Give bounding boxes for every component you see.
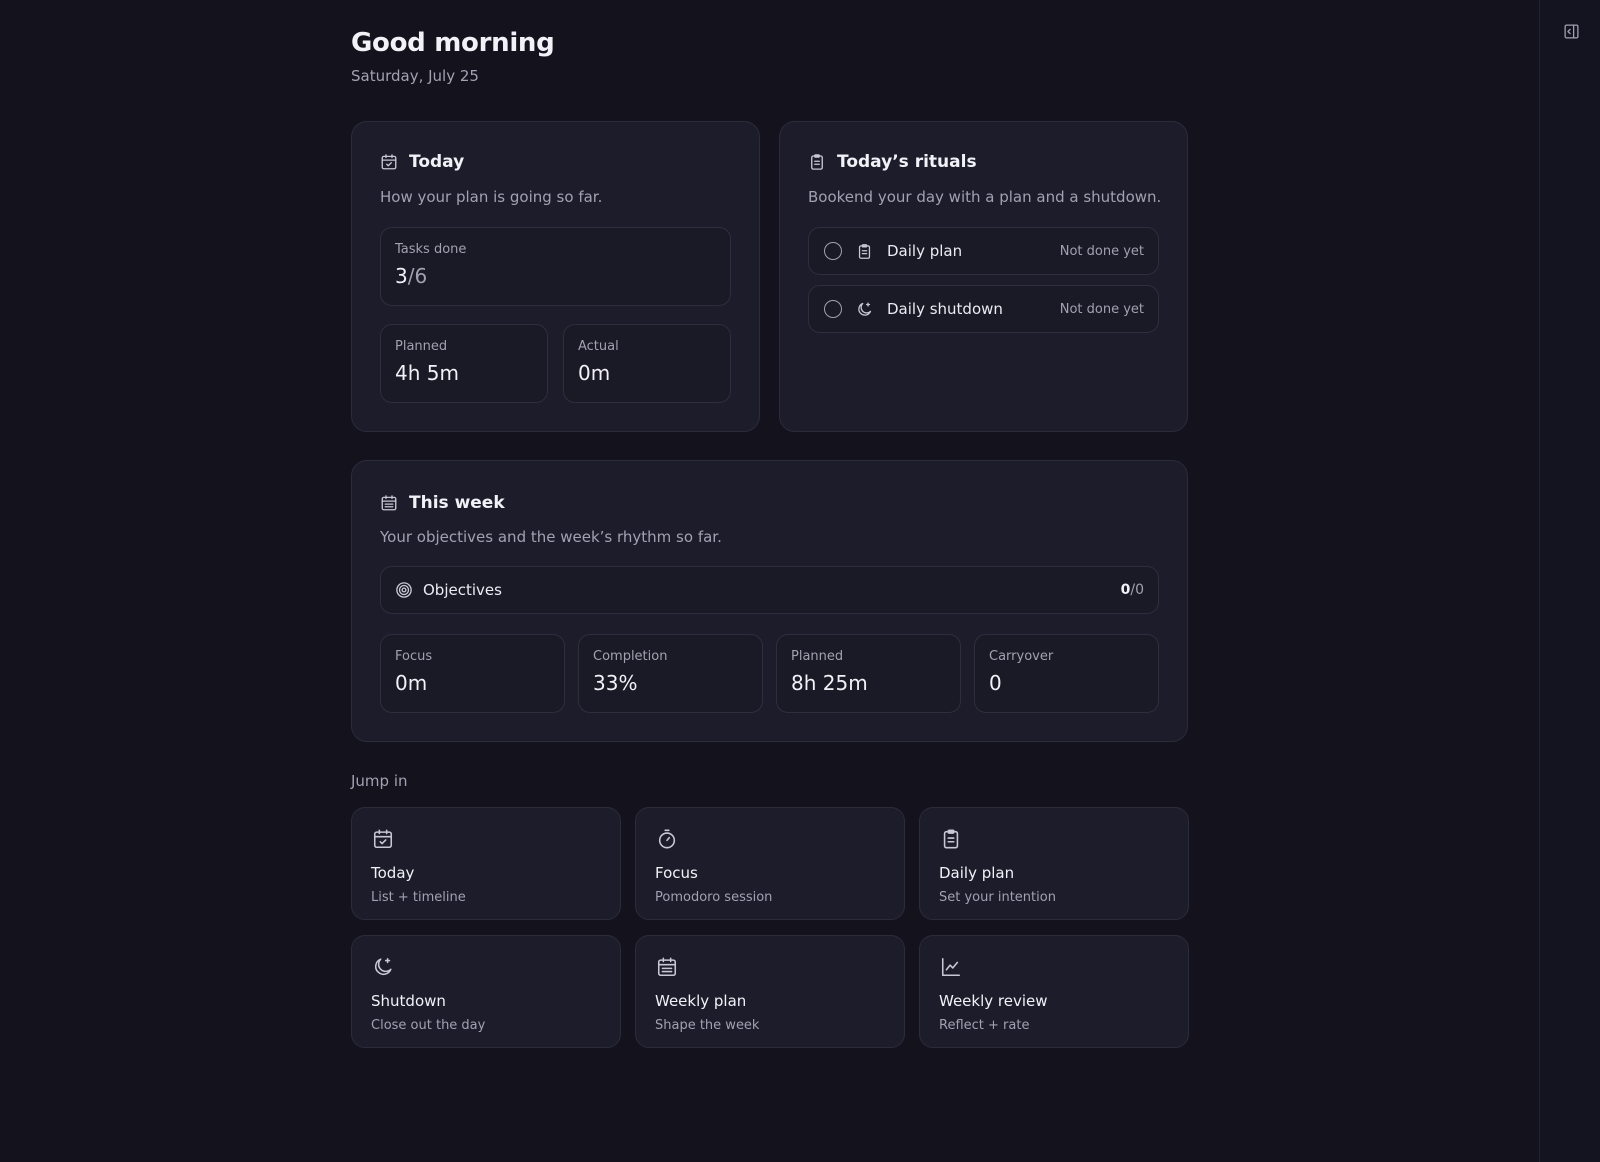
planned-stat: Planned 4h 5m: [380, 324, 548, 403]
rituals-card-subtitle: Bookend your day with a plan and a shutd…: [808, 188, 1162, 206]
carryover-stat: Carryover 0: [974, 634, 1159, 713]
page-date: Saturday, July 25: [351, 67, 479, 85]
calendar-icon: [655, 955, 679, 979]
moon-icon: [371, 955, 395, 979]
jump-tile-focus[interactable]: Focus Pomodoro session: [635, 807, 905, 920]
focus-label: Focus: [395, 649, 433, 664]
sidebar-toggle-icon[interactable]: [1562, 22, 1580, 40]
focus-value: 0m: [395, 671, 428, 695]
ritual-status: Not done yet: [1059, 243, 1144, 259]
week-card: This week Your objectives and the week’s…: [351, 460, 1188, 742]
clipboard-icon: [808, 153, 826, 171]
chart-line-icon: [939, 955, 963, 979]
moon-icon: [856, 301, 873, 318]
tile-name: Daily plan: [939, 864, 1015, 882]
rituals-card: Today’s rituals Bookend your day with a …: [779, 121, 1188, 432]
tile-name: Today: [371, 864, 415, 882]
page-title: Good morning: [351, 28, 555, 58]
tile-name: Shutdown: [371, 992, 446, 1010]
calendar-icon: [380, 494, 398, 512]
ritual-status: Not done yet: [1059, 301, 1144, 317]
tile-name: Weekly review: [939, 992, 1048, 1010]
objectives-label: Objectives: [423, 581, 502, 599]
timer-icon: [655, 827, 679, 851]
completion-stat: Completion 33%: [578, 634, 763, 713]
calendar-check-icon: [371, 827, 395, 851]
tile-desc: Pomodoro session: [655, 890, 773, 905]
jump-tile-shutdown[interactable]: Shutdown Close out the day: [351, 935, 621, 1048]
completion-label: Completion: [593, 649, 668, 664]
rituals-card-title: Today’s rituals: [837, 152, 977, 172]
carryover-label: Carryover: [989, 649, 1054, 664]
clipboard-icon: [939, 827, 963, 851]
ritual-daily-plan[interactable]: Daily plan Not done yet: [808, 227, 1159, 275]
week-planned-stat: Planned 8h 25m: [776, 634, 961, 713]
week-planned-value: 8h 25m: [791, 671, 868, 695]
target-icon: [395, 581, 413, 599]
right-sidebar: [1539, 0, 1600, 1162]
tasks-done-count: 3: [395, 264, 408, 288]
carryover-value: 0: [989, 671, 1002, 695]
today-card-title: Today: [409, 152, 465, 172]
today-card-subtitle: How your plan is going so far.: [380, 188, 603, 206]
completion-value: 33%: [593, 671, 638, 695]
jump-tile-weekly-review[interactable]: Weekly review Reflect + rate: [919, 935, 1189, 1048]
tile-desc: Set your intention: [939, 890, 1056, 905]
tile-desc: List + timeline: [371, 890, 466, 905]
jump-tile-today[interactable]: Today List + timeline: [351, 807, 621, 920]
tasks-done-stat: Tasks done 3/6: [380, 227, 731, 306]
today-card: Today How your plan is going so far. Tas…: [351, 121, 760, 432]
tile-name: Weekly plan: [655, 992, 747, 1010]
calendar-check-icon: [380, 153, 398, 171]
ritual-name: Daily shutdown: [887, 300, 1003, 318]
tasks-total-count: 6: [414, 264, 428, 288]
tile-name: Focus: [655, 864, 698, 882]
week-card-title: This week: [409, 493, 505, 513]
jump-tile-weekly-plan[interactable]: Weekly plan Shape the week: [635, 935, 905, 1048]
planned-label: Planned: [395, 339, 448, 354]
ritual-name: Daily plan: [887, 242, 963, 260]
tile-desc: Reflect + rate: [939, 1018, 1030, 1033]
jump-tile-daily-plan[interactable]: Daily plan Set your intention: [919, 807, 1189, 920]
actual-stat: Actual 0m: [563, 324, 731, 403]
objectives-count: 0/0: [1121, 582, 1144, 598]
tasks-done-value: 3/6: [395, 264, 427, 288]
actual-label: Actual: [578, 339, 619, 354]
jump-in-heading: Jump in: [351, 772, 408, 790]
planned-value: 4h 5m: [395, 361, 459, 385]
ritual-daily-shutdown[interactable]: Daily shutdown Not done yet: [808, 285, 1159, 333]
objectives-done: 0: [1120, 582, 1131, 598]
clipboard-icon: [856, 243, 873, 260]
actual-value: 0m: [578, 361, 611, 385]
week-card-subtitle: Your objectives and the week’s rhythm so…: [380, 528, 722, 546]
tasks-done-label: Tasks done: [395, 242, 467, 257]
focus-stat: Focus 0m: [380, 634, 565, 713]
ritual-checkbox[interactable]: [824, 300, 842, 318]
main-content: Good morning Saturday, July 25: [351, 28, 1188, 85]
objectives-total: 0: [1135, 582, 1144, 598]
week-planned-label: Planned: [791, 649, 844, 664]
objectives-row[interactable]: Objectives 0/0: [380, 566, 1159, 614]
ritual-checkbox[interactable]: [824, 242, 842, 260]
tile-desc: Close out the day: [371, 1018, 486, 1033]
tile-desc: Shape the week: [655, 1018, 760, 1033]
